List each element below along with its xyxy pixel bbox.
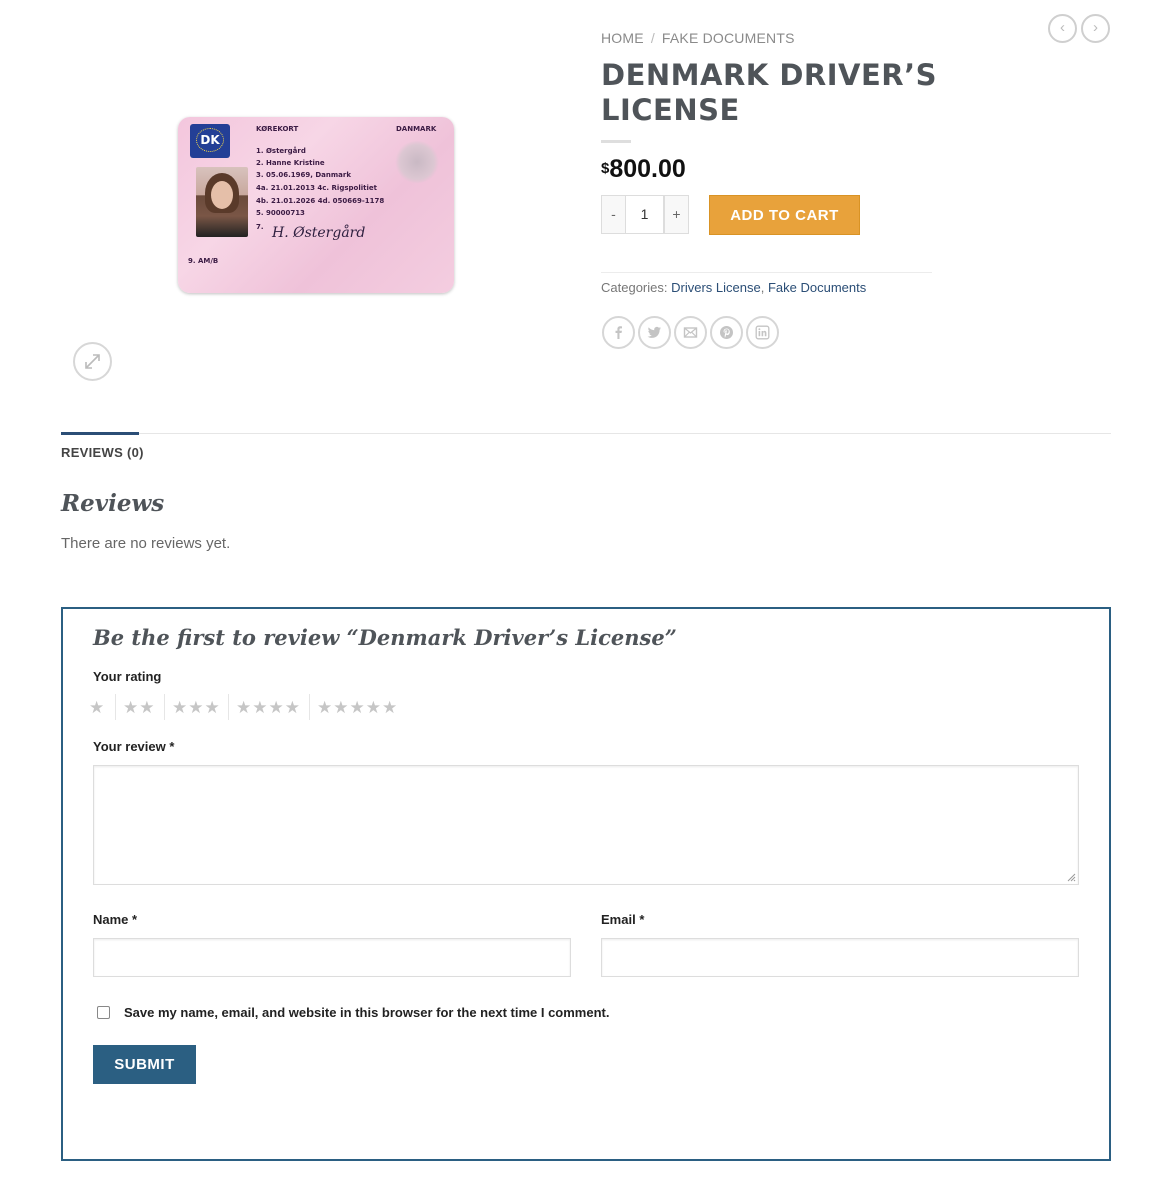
chevron-right-icon: › (1093, 19, 1098, 36)
breadcrumb: Home / Fake Documents (601, 30, 795, 46)
currency-symbol: $ (601, 160, 610, 177)
rating-divider (164, 694, 165, 720)
rating-divider (228, 694, 229, 720)
linkedin-icon (755, 325, 770, 340)
rating-divider (309, 694, 310, 720)
expand-icon (85, 354, 100, 369)
card-field: 2. Hanne Kristine (256, 159, 325, 167)
share-email-button[interactable] (674, 316, 707, 349)
review-label: Your review * (93, 739, 174, 754)
zoom-button[interactable] (73, 342, 112, 381)
resize-handle-icon[interactable] (1067, 873, 1076, 882)
share-twitter-button[interactable] (638, 316, 671, 349)
quantity-increase-button[interactable]: + (664, 195, 689, 234)
title-divider (601, 140, 631, 143)
card-field: 5. 90000713 (256, 209, 305, 217)
rating-option-1[interactable]: ★ (89, 697, 105, 719)
rating-option-5[interactable]: ★★★★★ (317, 697, 398, 719)
quantity-input[interactable]: 1 (625, 195, 664, 234)
card-field: 4b. 21.01.2026 4d. 050669-1178 (256, 197, 385, 205)
next-product-button[interactable]: › (1081, 14, 1110, 43)
add-to-cart-button[interactable]: Add to cart (709, 195, 860, 235)
rating-option-2[interactable]: ★★ (123, 697, 155, 719)
card-footer: 9. AM/B (188, 257, 219, 265)
save-info-label[interactable]: Save my name, email, and website in this… (124, 1005, 609, 1020)
email-field[interactable] (601, 938, 1079, 977)
card-field: 3. 05.06.1969, Danmark (256, 171, 351, 179)
required-mark: * (132, 912, 138, 927)
save-info-checkbox[interactable] (97, 1006, 110, 1019)
tabs-divider (61, 433, 1111, 434)
card-signature: H. Østergård (272, 225, 366, 241)
email-label-text: Email (601, 912, 636, 927)
card-photo (196, 167, 248, 237)
share-pinterest-button[interactable] (710, 316, 743, 349)
no-reviews-text: There are no reviews yet. (61, 535, 231, 552)
card-header-right: DANMARK (396, 125, 437, 133)
review-form-title: Be the first to review “Denmark Driver’s… (93, 625, 677, 650)
categories-label: Categories: (601, 280, 668, 295)
rating-label: Your rating (93, 669, 162, 684)
name-label-text: Name (93, 912, 129, 927)
card-field: 4a. 21.01.2013 4c. Rigspolitiet (256, 184, 377, 192)
quantity-decrease-button[interactable]: - (601, 195, 626, 234)
category-link-fake-documents[interactable]: Fake Documents (768, 280, 866, 295)
required-mark: * (169, 739, 175, 754)
country-code: DK (200, 133, 220, 147)
rating-option-4[interactable]: ★★★★ (236, 697, 301, 719)
review-textarea[interactable] (93, 765, 1079, 885)
name-label: Name * (93, 912, 137, 927)
share-facebook-button[interactable] (602, 316, 635, 349)
eu-flag-icon: DK (190, 124, 230, 158)
prev-product-button[interactable]: ‹ (1048, 14, 1077, 43)
share-linkedin-button[interactable] (746, 316, 779, 349)
email-icon (683, 327, 698, 338)
facebook-icon (615, 326, 622, 339)
email-label: Email * (601, 912, 644, 927)
price-amount: 800.00 (609, 155, 686, 183)
category-separator: , (760, 280, 765, 295)
card-header-left: KØREKORT (256, 125, 299, 133)
product-categories: Categories: Drivers License, Fake Docume… (601, 280, 866, 295)
submit-button[interactable]: Submit (93, 1045, 196, 1084)
breadcrumb-home[interactable]: Home (601, 30, 644, 46)
tab-reviews[interactable]: Reviews (0) (61, 445, 144, 460)
breadcrumb-current[interactable]: Fake Documents (662, 30, 795, 46)
twitter-icon (647, 326, 661, 338)
chevron-left-icon: ‹ (1060, 19, 1065, 36)
product-title: Denmark Driver’s License (601, 58, 938, 127)
hologram (394, 141, 440, 183)
rating-option-3[interactable]: ★★★ (172, 697, 221, 719)
category-link-drivers-license[interactable]: Drivers License (671, 280, 761, 295)
card-field: 7. (256, 223, 264, 231)
review-label-text: Your review (93, 739, 166, 754)
name-field[interactable] (93, 938, 571, 977)
active-tab-indicator (61, 432, 139, 435)
rating-divider (115, 694, 116, 720)
product-image[interactable]: DK KØREKORT DANMARK 1. Østergård 2. Hann… (178, 117, 454, 293)
meta-divider (601, 272, 932, 273)
card-field: 1. Østergård (256, 147, 306, 155)
product-price: $800.00 (601, 155, 686, 184)
reviews-heading: Reviews (61, 490, 165, 517)
pinterest-icon (720, 326, 733, 339)
required-mark: * (639, 912, 645, 927)
breadcrumb-separator: / (650, 30, 655, 46)
